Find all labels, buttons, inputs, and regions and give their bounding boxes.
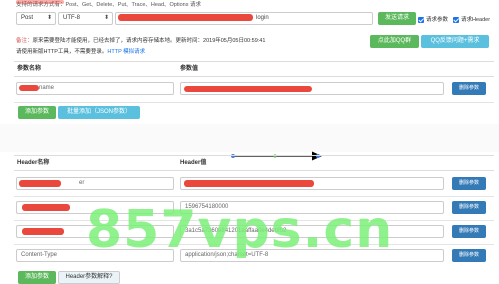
method-select[interactable]: Post ⬍ xyxy=(16,12,56,25)
request-header-checkbox[interactable]: 请求Header xyxy=(453,15,490,23)
notice-line-2: 请使用新版HTTP工具，不需要登录。HTTP 模拟请求 xyxy=(16,47,145,55)
header-name-value: Content-Type xyxy=(21,252,58,258)
redaction-mark xyxy=(16,0,64,4)
redaction-mark xyxy=(19,85,39,91)
param-name-input[interactable]: name xyxy=(16,82,174,95)
delete-header-button[interactable]: 删除参数 xyxy=(452,201,486,214)
header-table-header: Header名称 Header值 xyxy=(14,155,494,171)
header-explain-button[interactable]: Header参数解释? xyxy=(58,271,120,284)
params-table-header: 参数名称 参数值 xyxy=(14,61,494,77)
divider xyxy=(14,196,494,197)
section-gap xyxy=(0,124,499,152)
redaction-mark xyxy=(22,228,64,235)
qq-feedback-button[interactable]: QQ反馈问题+需求 xyxy=(421,35,489,48)
watermark-text: 857vps.cn xyxy=(86,200,394,260)
http-tool-link[interactable]: HTTP 模拟请求 xyxy=(107,49,145,55)
bulk-add-json-button[interactable]: 批量添加（JSON参数） xyxy=(58,106,140,119)
redaction-mark xyxy=(118,14,253,21)
redaction-mark xyxy=(184,180,314,187)
checkbox-label: 请求Header xyxy=(461,17,491,23)
checkbox-icon xyxy=(418,16,424,23)
send-request-button[interactable]: 发送请求 xyxy=(378,12,416,25)
encoding-select[interactable]: UTF-8 ⬍ xyxy=(58,12,113,25)
notice-line2-text: 请使用新版HTTP工具，不需要登录。 xyxy=(16,49,108,55)
notice-label: 备注： xyxy=(16,38,33,44)
checkbox-icon xyxy=(453,16,459,23)
header-col-value: Header值 xyxy=(180,160,207,166)
header-col-name: Header名称 xyxy=(17,160,50,166)
notice-line: 备注：原来需要登陆才能使用，已经去掉了，请求内容存储本地。更新时间：2019年0… xyxy=(16,36,265,44)
params-col-name: 参数名称 xyxy=(17,66,42,72)
delete-header-button[interactable]: 删除参数 xyxy=(452,177,486,190)
divider xyxy=(14,102,494,103)
checkbox-label: 请求参数 xyxy=(426,17,449,23)
param-name-value: name xyxy=(39,85,55,91)
redaction-mark xyxy=(19,180,61,187)
delete-header-button[interactable]: 删除参数 xyxy=(452,249,486,262)
encoding-select-value: UTF-8 xyxy=(63,15,80,21)
add-param-button[interactable]: 添加参数 xyxy=(18,106,56,119)
redaction-mark xyxy=(22,204,70,211)
request-params-checkbox[interactable]: 请求参数 xyxy=(418,15,448,23)
delete-header-button[interactable]: 删除参数 xyxy=(452,225,486,238)
chevron-down-icon: ⬍ xyxy=(103,15,109,21)
notice-text: 原来需要登陆才能使用，已经去掉了，请求内容存储本地。更新时间：2019年05月0… xyxy=(32,38,266,44)
redaction-mark xyxy=(184,86,312,92)
delete-param-button[interactable]: 删除参数 xyxy=(452,82,486,95)
params-col-value: 参数值 xyxy=(180,66,199,72)
url-input-value: login xyxy=(256,15,269,21)
header-name-value: er xyxy=(79,180,85,186)
method-select-value: Post xyxy=(21,15,34,21)
join-qq-group-button[interactable]: 点此加QQ群 xyxy=(370,35,419,48)
chevron-down-icon: ⬍ xyxy=(46,15,52,21)
add-header-button[interactable]: 添加参数 xyxy=(18,271,56,284)
